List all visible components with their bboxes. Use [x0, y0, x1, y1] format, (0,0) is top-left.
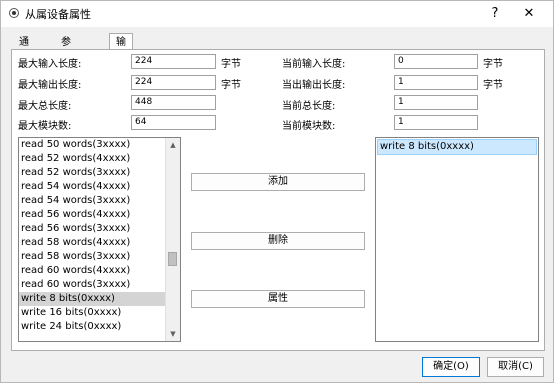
current-input-length-field[interactable]: 0 — [394, 54, 478, 69]
current-output-length-label: 当出输出长度: — [282, 80, 346, 91]
dialog-window: 从属设备属性 ? ✕ 通用 参数设置 输入输出 最大输入长度: 224 字节 最… — [0, 0, 554, 383]
tab-general[interactable]: 通用 — [13, 35, 35, 63]
tab-parameters[interactable]: 参数设置 — [55, 35, 77, 93]
list-item[interactable]: read 50 words(3xxxx) — [19, 138, 166, 152]
list-item[interactable]: read 60 words(4xxxx) — [19, 264, 166, 278]
list-item[interactable]: write 8 bits(0xxxx) — [19, 292, 166, 306]
max-input-length-field[interactable]: 224 — [131, 54, 216, 69]
available-modules-list[interactable]: read 50 words(3xxxx) read 52 words(4xxxx)… — [18, 137, 181, 342]
list-item[interactable]: read 54 words(3xxxx) — [19, 194, 166, 208]
available-modules-items: read 50 words(3xxxx) read 52 words(4xxxx)… — [19, 138, 166, 341]
max-total-length-field[interactable]: 448 — [131, 95, 216, 110]
max-modules-field[interactable]: 64 — [131, 115, 216, 130]
list-item[interactable]: read 54 words(4xxxx) — [19, 180, 166, 194]
list-item[interactable]: read 60 words(3xxxx) — [19, 278, 166, 292]
properties-button[interactable]: 属性 — [191, 290, 365, 308]
max-input-length-unit: 字节 — [221, 59, 241, 70]
list-item[interactable]: read 52 words(3xxxx) — [19, 166, 166, 180]
close-button[interactable]: ✕ — [517, 4, 541, 24]
max-modules-label: 最大模块数: — [18, 121, 72, 132]
max-output-length-label: 最大输出长度: — [18, 80, 82, 91]
current-modules-label: 当前模块数: — [282, 121, 336, 132]
window-title: 从属设备属性 — [25, 8, 91, 21]
list-item[interactable]: write 16 bits(0xxxx) — [19, 306, 166, 320]
delete-button[interactable]: 删除 — [191, 232, 365, 250]
configured-list-item[interactable]: write 8 bits(0xxxx) — [377, 139, 537, 155]
scroll-thumb[interactable] — [168, 252, 177, 266]
ok-button[interactable]: 确定(O) — [422, 357, 480, 377]
max-input-length-label: 最大输入长度: — [18, 59, 82, 70]
list-item[interactable]: read 58 words(3xxxx) — [19, 250, 166, 264]
list-item[interactable]: read 58 words(4xxxx) — [19, 236, 166, 250]
cancel-button[interactable]: 取消(C) — [487, 357, 544, 377]
list-item[interactable]: read 56 words(3xxxx) — [19, 222, 166, 236]
current-output-length-field[interactable]: 1 — [394, 75, 478, 90]
help-button[interactable]: ? — [483, 4, 507, 24]
app-icon — [9, 8, 19, 18]
max-output-length-field[interactable]: 224 — [131, 75, 216, 90]
current-output-length-unit: 字节 — [483, 80, 503, 91]
configured-modules-list[interactable]: write 8 bits(0xxxx) — [375, 137, 539, 342]
title-bar: 从属设备属性 ? ✕ — [1, 1, 553, 27]
scroll-down-arrow-icon[interactable]: ▼ — [166, 327, 180, 341]
list-item[interactable]: write 24 bits(0xxxx) — [19, 320, 166, 334]
current-input-length-unit: 字节 — [483, 59, 503, 70]
vertical-scrollbar[interactable]: ▲ ▼ — [165, 138, 180, 341]
list-item[interactable]: read 52 words(4xxxx) — [19, 152, 166, 166]
current-input-length-label: 当前输入长度: — [282, 59, 346, 70]
current-total-length-field[interactable]: 1 — [394, 95, 478, 110]
add-button[interactable]: 添加 — [191, 173, 365, 191]
current-modules-field[interactable]: 1 — [394, 115, 478, 130]
max-total-length-label: 最大总长度: — [18, 101, 72, 112]
scroll-up-arrow-icon[interactable]: ▲ — [166, 138, 180, 152]
current-total-length-label: 当前总长度: — [282, 101, 336, 112]
list-item[interactable]: read 56 words(4xxxx) — [19, 208, 166, 222]
max-output-length-unit: 字节 — [221, 80, 241, 91]
